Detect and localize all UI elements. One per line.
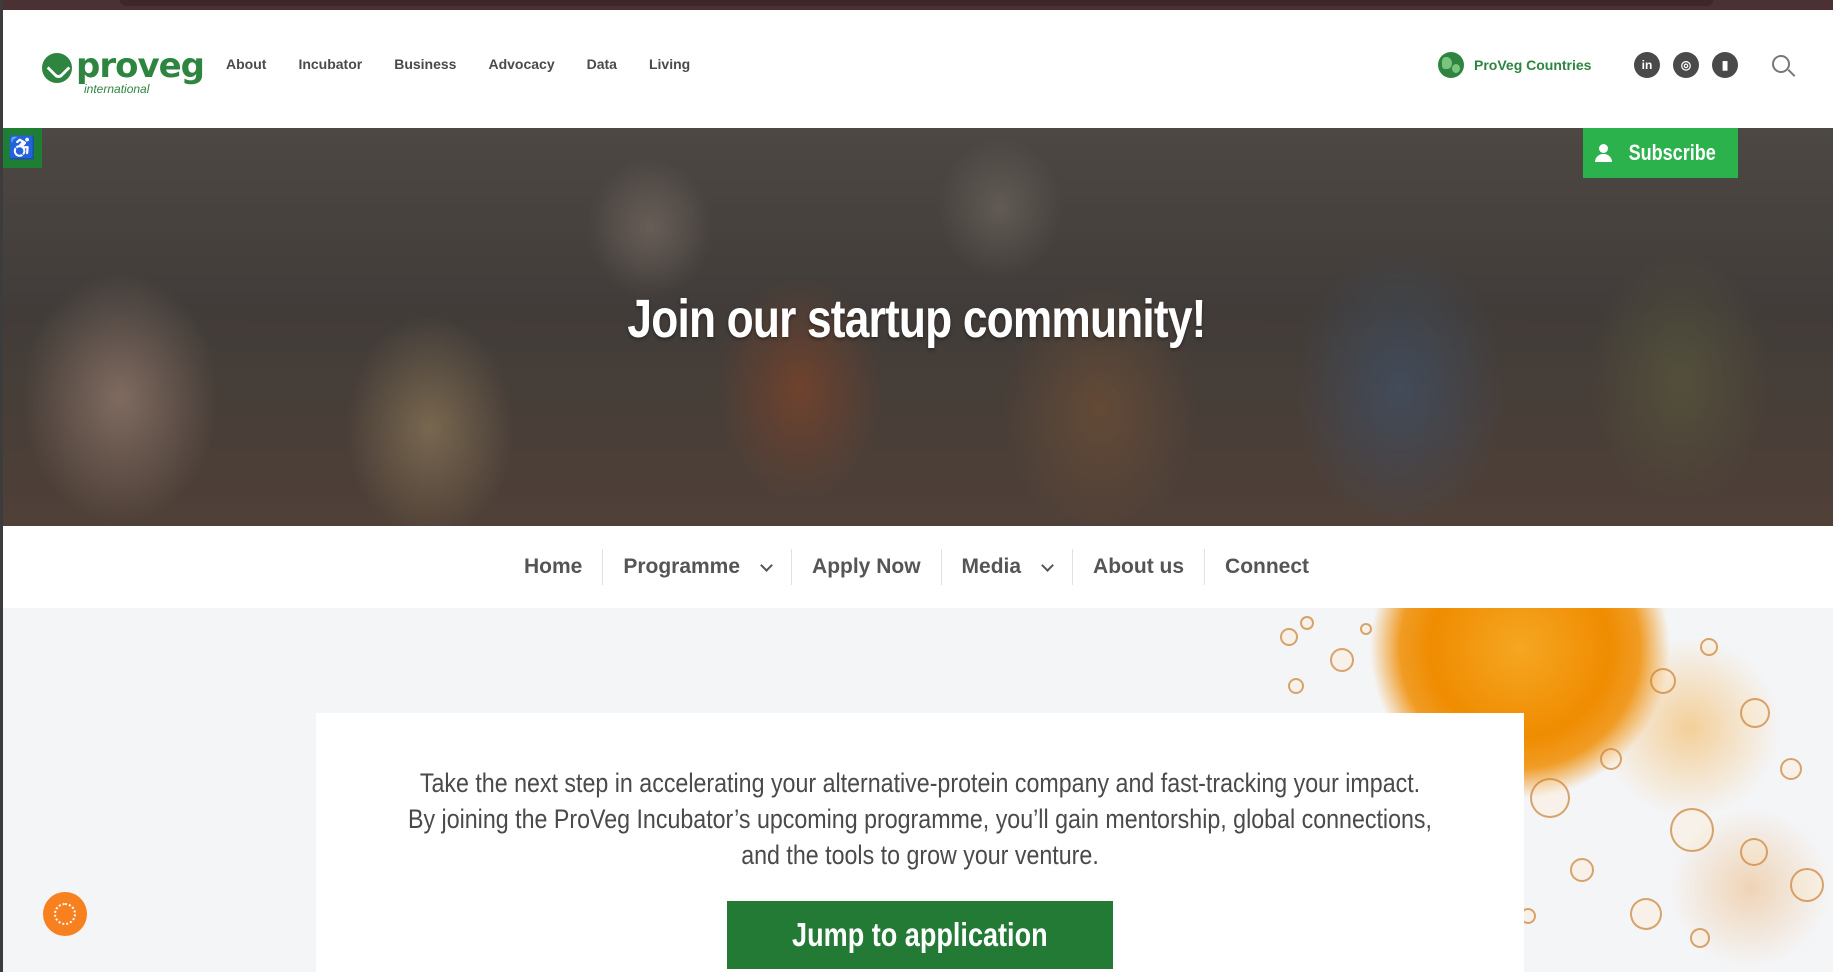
search-icon[interactable]: [1772, 55, 1796, 79]
subnav-apply-now[interactable]: Apply Now: [791, 549, 941, 585]
user-add-icon: [1595, 144, 1613, 162]
intro-line-1: Take the next step in accelerating your …: [419, 768, 1421, 798]
site-header: proveg international About Incubator Bus…: [0, 10, 1833, 128]
intro-line-3: and the tools to grow your venture.: [741, 840, 1099, 870]
browser-top-edge: [0, 0, 1833, 10]
nav-advocacy[interactable]: Advocacy: [488, 56, 554, 72]
nav-business[interactable]: Business: [394, 56, 456, 72]
linkedin-icon[interactable]: in: [1634, 52, 1660, 78]
cookie-settings-icon[interactable]: [43, 892, 87, 936]
nav-living[interactable]: Living: [649, 56, 690, 72]
intro-card: Take the next step in accelerating your …: [316, 713, 1524, 972]
nav-incubator[interactable]: Incubator: [298, 56, 362, 72]
intro-line-2: By joining the ProVeg Incubator’s upcomi…: [407, 804, 1432, 834]
proveg-countries-link[interactable]: ProVeg Countries: [1438, 52, 1591, 78]
chevron-down-icon[interactable]: [1041, 558, 1054, 572]
subscribe-label: Subscribe: [1628, 140, 1717, 165]
logo-wordmark: proveg: [76, 46, 205, 86]
subnav-connect-label: Connect: [1225, 555, 1310, 578]
nav-data[interactable]: Data: [587, 56, 617, 72]
subnav-media[interactable]: Media: [940, 549, 1073, 585]
subnav-home-label: Home: [523, 555, 583, 578]
intro-text: Take the next step in accelerating your …: [316, 765, 1524, 873]
nav-about[interactable]: About: [226, 56, 266, 72]
hero-banner: Join our startup community!: [0, 128, 1833, 526]
proveg-logo[interactable]: proveg international: [42, 46, 205, 100]
subscribe-button[interactable]: Subscribe: [1583, 128, 1738, 178]
subnav-programme-label: Programme: [623, 555, 741, 578]
chevron-down-icon[interactable]: [760, 558, 773, 572]
leaf-logo-icon: [42, 53, 72, 83]
subnav-about-us[interactable]: About us: [1072, 549, 1204, 585]
social-links: in ◎ ▮: [1634, 52, 1738, 78]
subnav-apply-label: Apply Now: [812, 555, 921, 578]
subnav-connect[interactable]: Connect: [1204, 549, 1329, 585]
bookmark-icon[interactable]: ▮: [1712, 52, 1738, 78]
accessibility-icon[interactable]: ♿: [2, 128, 42, 168]
hero-title: Join our startup community!: [627, 289, 1206, 349]
subnav-home[interactable]: Home: [504, 549, 602, 585]
subnav-about-label: About us: [1093, 555, 1185, 578]
jump-to-application-button[interactable]: Jump to application: [727, 901, 1113, 969]
logo-subtext: international: [84, 82, 150, 96]
subnav-programme[interactable]: Programme: [602, 549, 791, 585]
main-nav: About Incubator Business Advocacy Data L…: [226, 56, 722, 72]
incubator-subnav: Home Programme Apply Now Media About us …: [0, 526, 1833, 608]
window-edge: [0, 0, 3, 972]
jump-to-application-label: Jump to application: [792, 916, 1048, 953]
globe-icon: [1438, 52, 1464, 78]
subnav-media-label: Media: [961, 555, 1022, 578]
instagram-icon[interactable]: ◎: [1673, 52, 1699, 78]
countries-label: ProVeg Countries: [1474, 57, 1592, 73]
